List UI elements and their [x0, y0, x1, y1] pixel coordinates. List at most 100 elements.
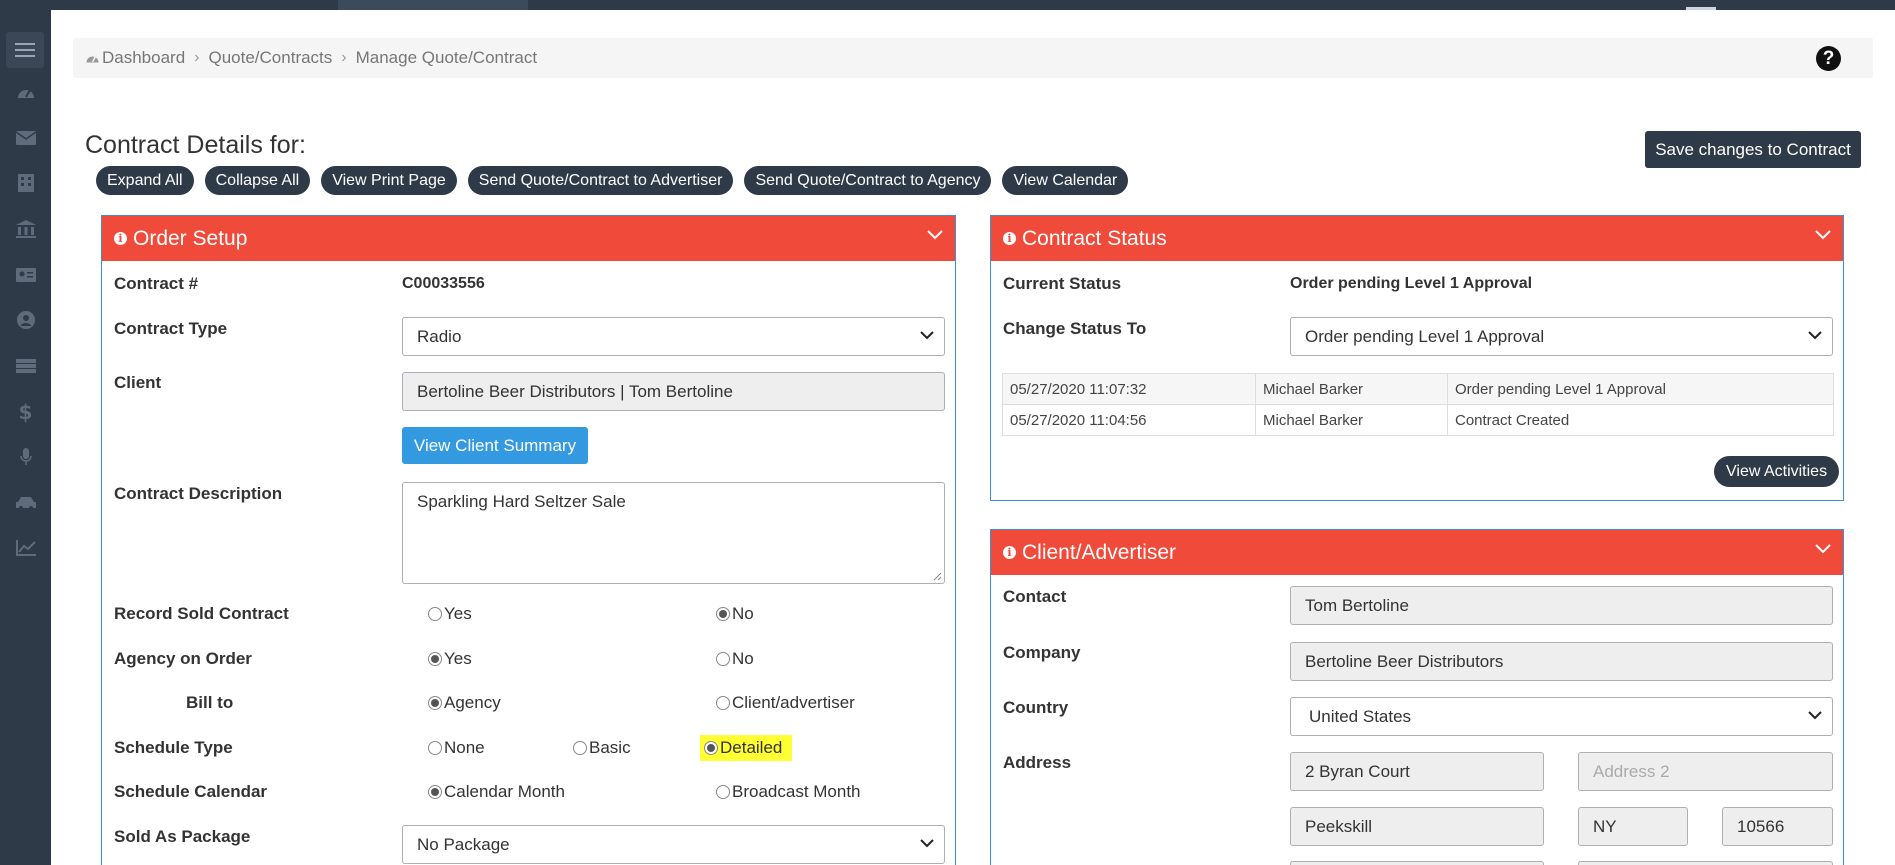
table-row: 05/27/2020 11:04:56 Michael Barker Contr… — [1002, 404, 1834, 436]
history-status: Order pending Level 1 Approval — [1447, 373, 1834, 405]
sold-as-package-value: No Package — [417, 834, 510, 854]
chevron-down-icon[interactable] — [927, 230, 943, 240]
info-icon: i — [114, 232, 127, 245]
bill-to-agency-radio[interactable]: Agency — [428, 693, 501, 713]
sold-as-package-select[interactable]: No Package — [402, 825, 945, 864]
bill-to-client-radio[interactable]: Client/advertiser — [716, 693, 855, 713]
server-icon[interactable] — [0, 346, 51, 386]
current-status-label: Current Status — [1003, 274, 1122, 293]
id-card-icon[interactable] — [0, 255, 51, 295]
contact-field[interactable]: Tom Bertoline — [1290, 586, 1833, 625]
contract-status-header[interactable]: i Contract Status — [991, 216, 1843, 261]
calendar-month-radio[interactable]: Calendar Month — [428, 782, 565, 802]
help-icon[interactable]: ? — [1816, 46, 1841, 71]
radio-label: Yes — [444, 649, 472, 668]
record-sold-yes-radio[interactable]: Yes — [428, 604, 472, 624]
radio-label: No — [732, 604, 754, 623]
breadcrumb-quote-contracts[interactable]: Quote/Contracts — [209, 48, 333, 68]
chevron-down-icon[interactable] — [1815, 544, 1831, 554]
client-advertiser-header[interactable]: i Client/Advertiser — [991, 530, 1843, 575]
dashboard-icon[interactable] — [0, 72, 51, 112]
address-extra-field[interactable] — [1578, 861, 1833, 865]
agency-on-order-label: Agency on Order — [114, 649, 252, 668]
address1-field[interactable]: 2 Byran Court — [1290, 752, 1544, 791]
contract-type-value: Radio — [417, 326, 462, 346]
schedule-type-none-radio[interactable]: None — [428, 738, 485, 758]
collapse-all-button[interactable]: Collapse All — [204, 166, 311, 195]
breadcrumb-dashboard[interactable]: Dashboard — [85, 48, 185, 68]
expand-all-button[interactable]: Expand All — [96, 166, 194, 195]
radio-dot-selected — [716, 607, 730, 621]
record-sold-no-radio[interactable]: No — [716, 604, 754, 624]
contact-label: Contact — [1003, 587, 1067, 606]
country-value: United States — [1309, 706, 1412, 726]
send-to-agency-button[interactable]: Send Quote/Contract to Agency — [744, 166, 992, 195]
radio-label: No — [732, 649, 754, 668]
bank-icon[interactable] — [0, 209, 51, 249]
history-status: Contract Created — [1447, 404, 1834, 436]
order-setup-header[interactable]: i Order Setup — [102, 216, 955, 261]
change-status-select[interactable]: Order pending Level 1 Approval — [1290, 317, 1833, 356]
radio-dot — [428, 741, 442, 755]
schedule-type-label: Schedule Type — [114, 738, 233, 757]
country-select[interactable]: United States — [1290, 697, 1833, 736]
resize-grip-icon[interactable] — [932, 571, 942, 581]
view-activities-button[interactable]: View Activities — [1714, 456, 1840, 487]
radio-label: Yes — [444, 604, 472, 623]
save-contract-button[interactable]: Save changes to Contract — [1645, 131, 1861, 168]
address-label: Address — [1003, 753, 1072, 772]
sidebar: $ — [0, 10, 51, 865]
agency-yes-radio[interactable]: Yes — [428, 649, 472, 669]
top-tab-highlight[interactable] — [338, 0, 528, 10]
breadcrumb-separator: › — [194, 49, 200, 66]
contract-type-select[interactable]: Radio — [402, 317, 945, 356]
country-label: Country — [1003, 698, 1069, 717]
history-date: 05/27/2020 11:04:56 — [1002, 404, 1256, 436]
radio-dot — [428, 607, 442, 621]
contract-description-textarea[interactable]: Sparkling Hard Seltzer Sale — [402, 482, 945, 584]
radio-label: Basic — [589, 738, 631, 757]
building-icon[interactable] — [0, 163, 51, 203]
chevron-down-icon — [920, 331, 934, 340]
info-icon: i — [1003, 232, 1016, 245]
menu-toggle-icon[interactable] — [6, 32, 44, 68]
contract-status-panel: i Contract Status Current Status Order p… — [990, 215, 1844, 501]
microphone-icon[interactable] — [0, 437, 51, 477]
view-print-page-button[interactable]: View Print Page — [321, 166, 457, 195]
top-bar — [0, 0, 1895, 10]
chart-line-icon[interactable] — [0, 528, 51, 568]
radio-dot — [716, 652, 730, 666]
chevron-down-icon[interactable] — [1815, 230, 1831, 240]
radio-label: Calendar Month — [444, 782, 565, 801]
send-to-advertiser-button[interactable]: Send Quote/Contract to Advertiser — [467, 166, 734, 195]
history-date: 05/27/2020 11:07:32 — [1002, 373, 1256, 405]
schedule-type-detailed-radio[interactable]: Detailed — [700, 735, 793, 761]
radio-label: Broadcast Month — [732, 782, 861, 801]
view-calendar-button[interactable]: View Calendar — [1002, 166, 1129, 195]
info-icon: i — [1003, 546, 1016, 559]
company-field[interactable]: Bertoline Beer Distributors — [1290, 642, 1833, 681]
schedule-type-basic-radio[interactable]: Basic — [573, 738, 631, 758]
city-field[interactable]: Peekskill — [1290, 807, 1544, 846]
sold-as-package-label: Sold As Package — [114, 827, 251, 846]
state-field[interactable]: NY — [1578, 807, 1688, 846]
car-icon[interactable] — [0, 483, 51, 523]
client-advertiser-title: Client/Advertiser — [1022, 540, 1177, 564]
agency-no-radio[interactable]: No — [716, 649, 754, 669]
client-field[interactable]: Bertoline Beer Distributors | Tom Bertol… — [402, 372, 945, 411]
view-client-summary-button[interactable]: View Client Summary — [402, 427, 588, 464]
user-circle-icon[interactable] — [0, 300, 51, 340]
radio-dot — [573, 741, 587, 755]
company-label: Company — [1003, 643, 1081, 662]
address2-field[interactable]: Address 2 — [1578, 752, 1833, 791]
breadcrumb: Dashboard › Quote/Contracts › Manage Quo… — [73, 38, 1873, 78]
address-extra-field[interactable] — [1290, 861, 1544, 865]
broadcast-month-radio[interactable]: Broadcast Month — [716, 782, 861, 802]
mail-icon[interactable] — [0, 118, 51, 158]
dollar-icon[interactable]: $ — [0, 392, 51, 432]
radio-label: Agency — [444, 693, 501, 712]
contract-type-label: Contract Type — [114, 319, 228, 338]
radio-label: None — [444, 738, 485, 757]
order-setup-panel: i Order Setup Contract # C00033556 Contr… — [101, 215, 956, 865]
zip-field[interactable]: 10566 — [1722, 807, 1833, 846]
